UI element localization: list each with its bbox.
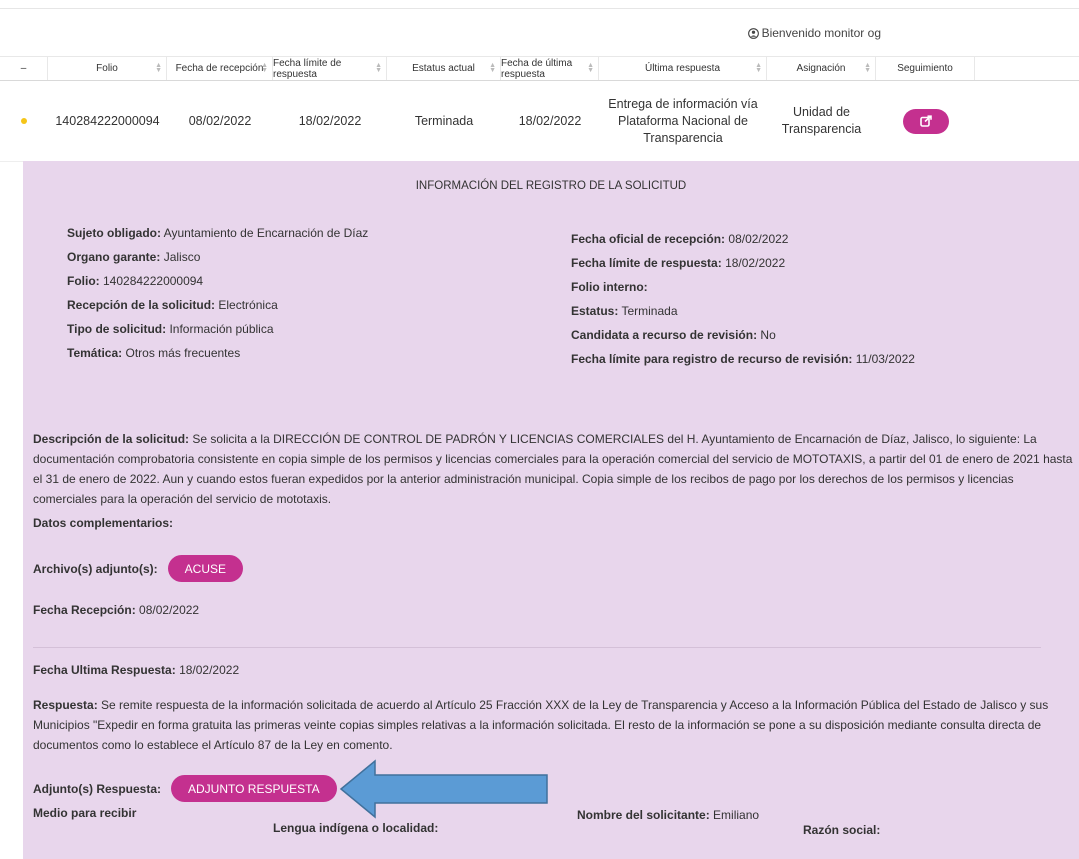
requests-table: – Folio ▲ ▼ Fecha de recepción ▲ ▼ Fecha lím… (0, 56, 1079, 162)
info-folio-interno: Folio interno: (571, 280, 648, 294)
cell-fecha-limite: 18/02/2022 (298, 113, 362, 128)
col-seguimiento[interactable]: Seguimiento (876, 57, 975, 80)
razon-social-label: Razón social: (803, 823, 881, 837)
sort-icon: ▲ ▼ (155, 62, 162, 74)
col-fecha-limite[interactable]: Fecha límite de respuesta ▲ ▼ (273, 57, 387, 80)
respuesta: Respuesta: Se remite respuesta de la inf… (33, 698, 1049, 752)
welcome-text: Bienvenido monitor og (761, 26, 881, 40)
datos-complementarios: Datos complementarios: (33, 516, 174, 530)
sort-icon: ▲ ▼ (755, 62, 762, 74)
cell-folio: 140284222000094 (55, 113, 160, 128)
info-fecha-recurso: Fecha límite para registro de recurso de… (571, 352, 915, 366)
fecha-recepcion-row: Fecha Recepción: 08/02/2022 (33, 603, 200, 617)
section-divider (33, 647, 1041, 648)
share-icon (919, 115, 932, 127)
pointer-arrow-icon (339, 759, 548, 819)
sort-icon: ▲ ▼ (489, 62, 496, 74)
cell-seguimiento (876, 81, 975, 161)
detail-title: INFORMACIÓN DEL REGISTRO DE LA SOLICITUD (415, 180, 687, 192)
info-tematica: Temática: Otros más frecuentes (67, 346, 241, 360)
info-folio: Folio: 140284222000094 (67, 274, 204, 288)
info-recepcion: Recepción de la solicitud: Electrónica (67, 298, 278, 312)
sort-icon: ▲ ▼ (864, 62, 871, 74)
detail-panel: INFORMACIÓN DEL REGISTRO DE LA SOLICITUD… (23, 161, 1079, 859)
col-ultima-respuesta[interactable]: Última respuesta ▲ ▼ (599, 57, 767, 80)
info-estatus: Estatus: Terminada (571, 304, 678, 318)
cell-estatus: Terminada (414, 113, 474, 128)
fecha-ultima-row: Fecha Ultima Respuesta: 18/02/2022 (33, 663, 240, 677)
nombre-solicitante: Nombre del solicitante: Emiliano (577, 808, 760, 822)
adjunto-respuesta-button[interactable]: ADJUNTO RESPUESTA (171, 775, 337, 802)
descripcion-solicitud: Descripción de la solicitud: Se solicita… (33, 432, 1073, 506)
col-folio[interactable]: Folio ▲ ▼ (48, 57, 167, 80)
info-sujeto: Sujeto obligado: Ayuntamiento de Encarna… (67, 226, 369, 240)
info-tipo: Tipo de solicitud: Información pública (67, 322, 274, 336)
archivo-row: Archivo(s) adjunto(s): ACUSE (33, 555, 244, 582)
col-fecha-recepcion[interactable]: Fecha de recepción ▲ ▼ (167, 57, 273, 80)
col-asignacion[interactable]: Asignación ▲ ▼ (767, 57, 876, 80)
row-expand[interactable] (0, 81, 48, 161)
col-expand[interactable]: – (0, 57, 48, 80)
info-fecha-oficial: Fecha oficial de recepción: 08/02/2022 (571, 232, 789, 246)
table-header: – Folio ▲ ▼ Fecha de recepción ▲ ▼ Fecha lím… (0, 56, 1079, 81)
cell-fecha-ultima: 18/02/2022 (518, 113, 582, 128)
info-organo: Organo garante: Jalisco (67, 250, 201, 264)
table-row: 140284222000094 08/02/2022 18/02/2022 Te… (0, 81, 1079, 162)
info-fecha-limite: Fecha límite de respuesta: 18/02/2022 (571, 256, 786, 270)
cell-asignacion: Unidad de Transparencia (781, 105, 862, 136)
lengua-label: Lengua indígena o localidad: (273, 821, 439, 835)
info-candidata: Candidata a recurso de revisión: No (571, 328, 776, 342)
user-icon (747, 27, 759, 39)
sort-icon: ▲ ▼ (587, 62, 594, 74)
cell-ultima-respuesta: Entrega de información vía Plataforma Na… (608, 96, 758, 145)
adjunto-row: Adjunto(s) Respuesta: ADJUNTO RESPUESTA (33, 775, 337, 802)
col-estatus[interactable]: Estatus actual ▲ ▼ (387, 57, 501, 80)
sort-icon: ▲ ▼ (375, 62, 382, 74)
seguimiento-button[interactable] (902, 108, 949, 134)
sort-icon: ▲ ▼ (261, 62, 268, 74)
welcome-message: Bienvenido monitor og (747, 26, 881, 40)
acuse-button[interactable]: ACUSE (167, 555, 244, 582)
medio-label: Medio para recibir (33, 806, 137, 820)
left-info: Sujeto obligado: Ayuntamiento de Encarna… (67, 221, 368, 365)
right-info: Fecha oficial de recepción: 08/02/2022 F… (571, 227, 915, 371)
col-fecha-ultima[interactable]: Fecha de última respuesta ▲ ▼ (501, 57, 599, 80)
top-border (0, 0, 1079, 9)
status-dot-icon (21, 118, 27, 124)
cell-fecha-recepcion: 08/02/2022 (188, 113, 252, 128)
